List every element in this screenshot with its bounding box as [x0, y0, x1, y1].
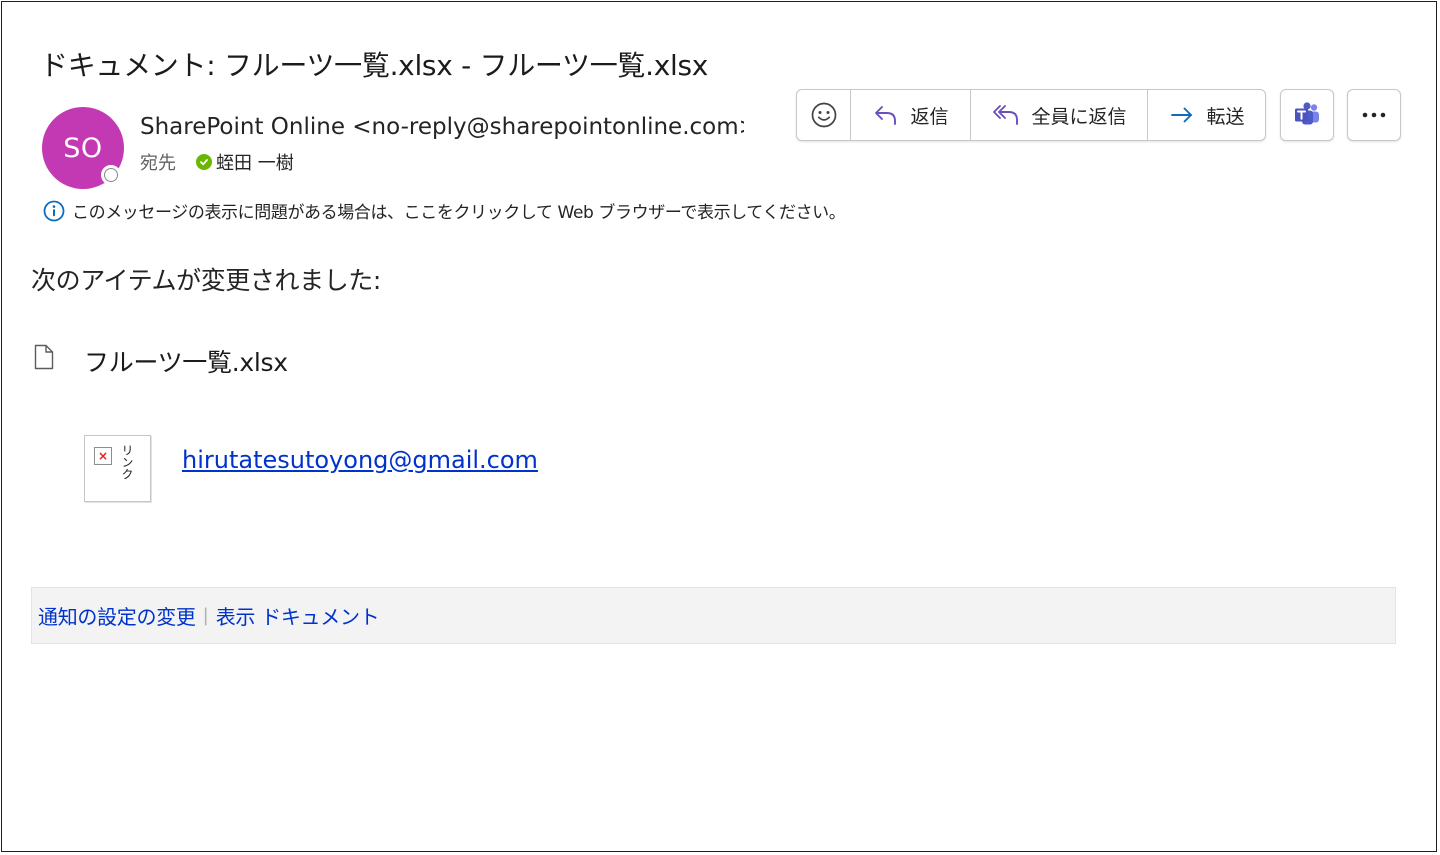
sender-name[interactable]: SharePoint Online <no-reply@sharepointon…: [140, 114, 744, 140]
teams-icon: [1295, 102, 1319, 125]
notification-settings-link[interactable]: 通知の設定の変更: [38, 601, 196, 630]
recipient-name[interactable]: 蛭田 一樹: [216, 149, 294, 175]
email-footer-links: 通知の設定の変更 | 表示 ドキュメント: [31, 587, 1396, 644]
more-icon: [1362, 112, 1386, 118]
to-label: 宛先: [140, 153, 176, 174]
forward-icon: [1171, 107, 1193, 123]
changed-document-name: フルーツ一覧.xlsx: [84, 348, 288, 377]
forward-label: 転送: [1206, 105, 1245, 128]
reply-label: 返信: [910, 105, 949, 128]
document-icon: [34, 344, 54, 370]
message-action-toolbar: 返信 全員に返信 転送: [796, 89, 1266, 141]
broken-image-placeholder: × リンク: [84, 435, 151, 502]
email-reading-pane: ドキュメント: フルーツ一覧.xlsx - フルーツ一覧.xlsx SO Sha…: [1, 1, 1437, 852]
react-emoji-button[interactable]: [797, 90, 851, 140]
view-document-link[interactable]: 表示 ドキュメント: [216, 601, 380, 630]
avatar-initials: SO: [63, 132, 103, 164]
reply-all-label: 全員に返信: [1031, 105, 1127, 128]
recipient-row: 宛先 蛭田 一樹: [140, 149, 294, 175]
reply-all-icon: [993, 105, 1019, 125]
email-subject: ドキュメント: フルーツ一覧.xlsx - フルーツ一覧.xlsx: [40, 49, 709, 82]
image-alt-text: リンク: [120, 444, 134, 480]
info-message: このメッセージの表示に問題がある場合は、ここをクリックして Web ブラウザーで…: [72, 203, 846, 223]
view-in-browser-notice[interactable]: このメッセージの表示に問題がある場合は、ここをクリックして Web ブラウザーで…: [43, 198, 846, 223]
email-body-intro: 次のアイテムが変更されました:: [31, 266, 381, 295]
presence-status-icon: [101, 165, 121, 185]
reply-icon: [875, 106, 897, 125]
footer-separator: |: [202, 605, 209, 626]
emoji-icon: [811, 102, 836, 128]
more-actions-button[interactable]: [1347, 89, 1401, 141]
available-check-icon: [196, 154, 212, 170]
user-email-link[interactable]: hirutatesutoyong@gmail.com: [182, 446, 538, 474]
share-to-teams-button[interactable]: [1280, 89, 1334, 141]
broken-image-icon: ×: [94, 447, 112, 465]
forward-button[interactable]: 転送: [1148, 90, 1265, 140]
info-icon: [43, 200, 65, 221]
reply-all-button[interactable]: 全員に返信: [971, 90, 1148, 140]
reply-button[interactable]: 返信: [851, 90, 971, 140]
